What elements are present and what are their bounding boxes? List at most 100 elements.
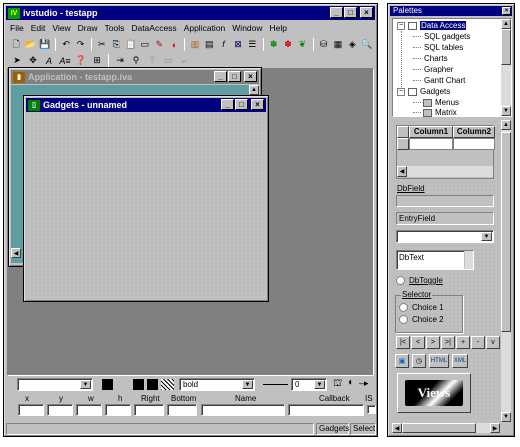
minimize-button[interactable]: _	[214, 71, 227, 82]
is-checkbox[interactable]	[367, 405, 376, 414]
border-color-swatch[interactable]	[147, 379, 158, 390]
line-icon[interactable]: ⊤	[145, 54, 159, 68]
h-field[interactable]	[105, 404, 131, 416]
last-record-button[interactable]: >|	[441, 336, 455, 349]
ie-icon[interactable]: ▣	[395, 354, 409, 368]
marker-icon[interactable]: ◖	[167, 38, 179, 52]
menu-window[interactable]: Window	[232, 23, 262, 33]
maximize-button[interactable]: □	[344, 7, 357, 18]
arrow-end-icon[interactable]: –▸	[359, 378, 369, 389]
cut-icon[interactable]: ✂	[96, 38, 108, 52]
minimize-button[interactable]: _	[330, 7, 343, 18]
node-icon[interactable]: ⚲	[129, 54, 143, 68]
save-icon[interactable]: 💾	[39, 38, 51, 52]
tree-item-gadgets[interactable]: − Gadgets	[397, 87, 450, 96]
w-field[interactable]	[76, 404, 102, 416]
radio-icon[interactable]	[399, 315, 408, 325]
move-icon[interactable]: ✥	[26, 54, 40, 68]
tree-item-charts[interactable]: Charts	[413, 54, 448, 63]
close-button[interactable]: ×	[360, 7, 373, 18]
edit-text-icon[interactable]: A ≡	[58, 54, 72, 68]
tree-item-data-access[interactable]: − Data Access	[397, 21, 467, 30]
tree-item-sql-gadgets[interactable]: SQL gadgets	[413, 32, 470, 41]
menu-tools[interactable]: Tools	[104, 23, 124, 33]
insert-record-button[interactable]: +	[456, 336, 470, 349]
menu-help[interactable]: Help	[270, 23, 287, 33]
pattern-swatch[interactable]	[161, 379, 174, 390]
dbtoggle[interactable]: DbToggle	[396, 276, 443, 286]
collapse-icon[interactable]: −	[397, 21, 405, 30]
clock-icon[interactable]: ◷	[412, 354, 426, 368]
radio-icon[interactable]	[399, 303, 408, 313]
line-width-dropdown[interactable]: 0 ▼	[291, 378, 327, 391]
scroll-thumb[interactable]	[501, 132, 511, 332]
radio-icon[interactable]	[396, 276, 405, 286]
tree-item-matrix[interactable]: Matrix	[413, 108, 457, 117]
palette-icon[interactable]: ◈	[346, 38, 358, 52]
test-icon[interactable]: ✽	[268, 38, 280, 52]
xml-icon[interactable]: XML	[452, 354, 468, 368]
entryfield-input[interactable]: EntryField	[396, 212, 494, 225]
selector-choice-2[interactable]: Choice 2	[399, 315, 444, 325]
delete-record-button[interactable]: -	[471, 336, 485, 349]
menu-view[interactable]: View	[52, 23, 70, 33]
rect-icon[interactable]: ▭	[161, 54, 175, 68]
minimize-button[interactable]: _	[221, 99, 234, 110]
layout-icon[interactable]: ⊞	[90, 54, 104, 68]
cap-icon[interactable]: ◖	[347, 377, 353, 388]
views-logo-gadget[interactable]: Views	[397, 373, 471, 413]
close-button[interactable]: ×	[244, 71, 257, 82]
link-icon[interactable]: ⛫	[333, 378, 342, 391]
scroll-right-button[interactable]: ▶	[490, 423, 500, 433]
font-dropdown[interactable]: bold ▼	[179, 378, 255, 391]
validate-record-button[interactable]: v	[486, 336, 500, 349]
delete-icon[interactable]: ▭	[139, 38, 151, 52]
next-record-button[interactable]: >	[426, 336, 440, 349]
collapse-icon[interactable]: −	[397, 87, 405, 96]
column1-header[interactable]: Column1	[409, 126, 453, 138]
selector-choice-1[interactable]: Choice 1	[399, 303, 444, 313]
foreground-color-swatch[interactable]	[102, 379, 113, 390]
table-gadget[interactable]: Column1 Column2 ◀	[396, 125, 495, 179]
color-dropdown[interactable]: ▼	[17, 378, 93, 391]
grid-icon[interactable]: ▦	[332, 38, 344, 52]
scroll-left-button[interactable]: ◀	[11, 248, 21, 258]
scroll-thumb[interactable]	[501, 29, 511, 65]
close-button[interactable]: ×	[251, 99, 264, 110]
dbtext-area[interactable]: DbText	[396, 250, 474, 270]
menu-application[interactable]: Application	[184, 23, 226, 33]
inspect-icon[interactable]: ⊠	[232, 38, 244, 52]
copy-icon[interactable]: ⎘	[110, 38, 122, 52]
poly-icon[interactable]: ⌐	[177, 54, 191, 68]
maximize-button[interactable]: □	[235, 99, 248, 110]
paste-icon[interactable]: 📋	[124, 38, 136, 52]
help-icon[interactable]: ❓	[74, 54, 88, 68]
tree-vertical-scrollbar[interactable]: ▲ ▼	[501, 19, 511, 116]
menu-dataaccess[interactable]: DataAccess	[131, 23, 176, 33]
scroll-down-button[interactable]: ▼	[501, 412, 511, 422]
table-cell[interactable]	[453, 138, 495, 150]
gadgets-design-canvas[interactable]	[26, 113, 266, 299]
scroll-left-button[interactable]: ◀	[392, 423, 402, 433]
debug-icon[interactable]: ❦	[296, 38, 308, 52]
tree-item-gantt-chart[interactable]: Gantt Chart	[413, 76, 465, 85]
chevron-down-icon[interactable]: ▼	[80, 380, 91, 389]
name-field[interactable]	[201, 404, 285, 416]
x-field[interactable]	[18, 404, 44, 416]
scroll-up-button[interactable]: ▲	[501, 19, 511, 29]
text-icon[interactable]: A	[42, 54, 56, 68]
close-button[interactable]: ×	[502, 7, 511, 15]
link-icon[interactable]: ⇥	[113, 54, 127, 68]
palettes-title-bar[interactable]: Palettes	[390, 6, 512, 16]
list-icon[interactable]: ☰	[246, 38, 258, 52]
palette-horizontal-scrollbar[interactable]: ◀ ▶	[392, 423, 500, 433]
table-horizontal-scrollbar[interactable]: ◀	[397, 166, 493, 177]
zoom-icon[interactable]: 🔍	[361, 38, 373, 52]
palette-vertical-scrollbar[interactable]: ▲ ▼	[501, 120, 511, 422]
new-icon[interactable]: 🗋	[10, 38, 22, 52]
script-icon[interactable]: 𝑓	[217, 38, 229, 52]
right-field[interactable]	[134, 404, 164, 416]
menu-draw[interactable]: Draw	[78, 23, 98, 33]
table-cell[interactable]	[409, 138, 453, 150]
background-color-swatch[interactable]	[133, 379, 144, 390]
